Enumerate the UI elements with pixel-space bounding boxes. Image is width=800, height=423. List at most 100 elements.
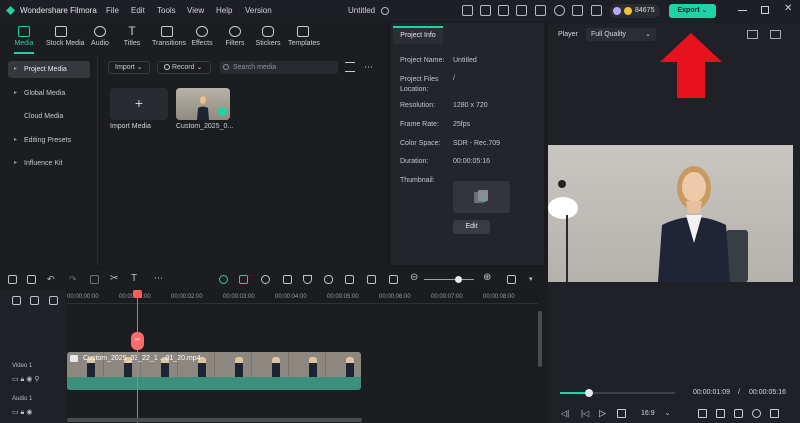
- tab-media[interactable]: Media: [9, 26, 39, 47]
- volume-icon[interactable]: [752, 409, 761, 418]
- menu-help[interactable]: Help: [216, 6, 232, 15]
- video-clip[interactable]: Custom_2025_03_22_1 ...01_20.mp4: [67, 352, 361, 390]
- maximize-icon[interactable]: [761, 6, 769, 14]
- send-icon[interactable]: [480, 5, 491, 16]
- tab-audio[interactable]: Audio: [85, 26, 115, 47]
- layout-grid-icon[interactable]: [8, 275, 17, 284]
- tab-effects[interactable]: Effects: [187, 26, 217, 47]
- tab-stickers[interactable]: Stickers: [253, 26, 283, 47]
- playback-scrubber[interactable]: [584, 389, 593, 397]
- credits-badge[interactable]: 84675: [610, 4, 660, 18]
- import-dropdown[interactable]: Import ⌄: [108, 61, 150, 74]
- zoom-slider-track[interactable]: [424, 279, 474, 280]
- tab-label: Media: [14, 40, 34, 47]
- text-tool-icon[interactable]: T: [131, 273, 137, 284]
- audio-track-label: Audio 1: [12, 396, 33, 402]
- save-icon[interactable]: [535, 5, 546, 16]
- scissors-icon[interactable]: ✂: [110, 273, 118, 284]
- video-preview[interactable]: [548, 145, 793, 282]
- snapshot-icon[interactable]: [770, 30, 781, 39]
- edit-thumbnail-button[interactable]: Edit: [453, 220, 490, 234]
- search-input[interactable]: Search media: [220, 61, 338, 74]
- notification-icon[interactable]: [498, 5, 509, 16]
- microphone-icon[interactable]: [324, 275, 333, 284]
- tab-templates[interactable]: Templates: [288, 26, 320, 47]
- sidebar-item-cloud-media[interactable]: Cloud Media: [8, 108, 90, 125]
- voiceover-list-icon[interactable]: [345, 275, 354, 284]
- ruler-tick: 00:00:02:00: [171, 294, 203, 300]
- split-marker-icon[interactable]: ✂: [131, 332, 144, 350]
- tab-stock-media[interactable]: Stock Media: [46, 26, 85, 47]
- track-manager-icon[interactable]: [49, 296, 58, 305]
- minimize-icon[interactable]: [738, 10, 747, 11]
- dropdown-arrow-icon[interactable]: ▾: [529, 275, 533, 283]
- export-button[interactable]: Export ⌄: [669, 4, 716, 18]
- render-preview-icon[interactable]: [698, 409, 707, 418]
- zoom-slider-knob[interactable]: [455, 276, 462, 283]
- zoom-out-icon[interactable]: ⊖: [410, 272, 418, 283]
- menu-file[interactable]: File: [106, 6, 119, 15]
- support-icon[interactable]: [554, 5, 565, 16]
- upload-icon[interactable]: [572, 5, 583, 16]
- sidebar-item-influence-kit[interactable]: ▸ Influence Kit: [8, 155, 90, 172]
- timeline-horizontal-scrollbar[interactable]: [67, 418, 362, 422]
- ruler-tick: 00:00:07:00: [431, 294, 463, 300]
- thumbnail-preview[interactable]: [453, 181, 510, 213]
- sidebar-item-project-media[interactable]: ▸ Project Media: [8, 61, 90, 78]
- link-icon[interactable]: [30, 296, 39, 305]
- camera-icon[interactable]: [734, 409, 743, 418]
- menu-view[interactable]: View: [187, 6, 204, 15]
- ai-toolbox-icon[interactable]: [219, 275, 228, 284]
- playhead-handle[interactable]: [133, 290, 142, 298]
- tab-titles[interactable]: T Titles: [117, 25, 147, 47]
- media-thumbnail[interactable]: [176, 88, 230, 120]
- aspect-ratio-dropdown[interactable]: 16:9 ⌄: [641, 409, 670, 417]
- audio-track-controls[interactable]: ▭ 🔒︎ ◉: [12, 408, 32, 417]
- record-dropdown[interactable]: Record ⌄: [157, 61, 211, 74]
- menu-version[interactable]: Version: [245, 6, 272, 15]
- delete-icon[interactable]: [90, 275, 99, 284]
- step-back-icon[interactable]: |◁: [581, 409, 589, 418]
- zoom-in-icon[interactable]: ⊕: [483, 272, 491, 283]
- video-track-controls[interactable]: ▭ 🔒︎ ◉ ⚲: [12, 375, 39, 384]
- tab-filters[interactable]: Filters: [220, 26, 250, 47]
- quality-dropdown[interactable]: Full Quality ⌄: [586, 28, 656, 41]
- fullscreen-icon[interactable]: [770, 409, 779, 418]
- pip-icon[interactable]: [389, 275, 398, 284]
- filter-icon[interactable]: [345, 62, 355, 72]
- account-icon[interactable]: [591, 5, 602, 16]
- mask-icon[interactable]: [283, 275, 292, 284]
- playhead-line[interactable]: [137, 290, 138, 423]
- caret-right-icon: ▸: [14, 137, 18, 143]
- menu-edit[interactable]: Edit: [131, 6, 145, 15]
- tab-transitions[interactable]: Transitions: [152, 26, 186, 47]
- previous-frame-icon[interactable]: ◁|: [561, 409, 569, 418]
- layout-icon[interactable]: [516, 5, 527, 16]
- gift-icon[interactable]: [462, 5, 473, 16]
- sidebar-item-global-media[interactable]: ▸ Global Media: [8, 85, 90, 102]
- grid-view-icon[interactable]: [747, 30, 758, 39]
- timeline-layout-icon[interactable]: [507, 275, 516, 284]
- menu-tools[interactable]: Tools: [157, 6, 176, 15]
- snap-icon[interactable]: [239, 275, 248, 284]
- import-media-tile[interactable]: +: [110, 88, 168, 120]
- search-placeholder: Search media: [233, 64, 277, 71]
- play-icon[interactable]: ▷: [599, 408, 606, 419]
- tab-project-info[interactable]: Project Info: [393, 26, 443, 44]
- close-icon[interactable]: ✕: [784, 3, 792, 14]
- more-options-icon[interactable]: ⋯: [364, 62, 373, 73]
- display-icon[interactable]: [716, 409, 725, 418]
- stop-icon[interactable]: [617, 409, 626, 418]
- add-track-icon[interactable]: [12, 296, 21, 305]
- more-tools-icon[interactable]: ⋯: [154, 273, 163, 284]
- plus-icon: +: [134, 95, 144, 111]
- sync-icon[interactable]: [261, 275, 270, 284]
- undo-icon[interactable]: ↶: [47, 274, 55, 285]
- redo-icon[interactable]: ↷: [69, 274, 77, 285]
- sidebar-item-editing-presets[interactable]: ▸ Editing Presets: [8, 132, 90, 149]
- timeline-vertical-scrollbar[interactable]: [538, 311, 542, 367]
- select-tool-icon[interactable]: [27, 275, 36, 284]
- media-item-label: Custom_2025_0...: [176, 123, 234, 130]
- image-icon[interactable]: [367, 275, 376, 284]
- shield-icon[interactable]: [303, 275, 312, 284]
